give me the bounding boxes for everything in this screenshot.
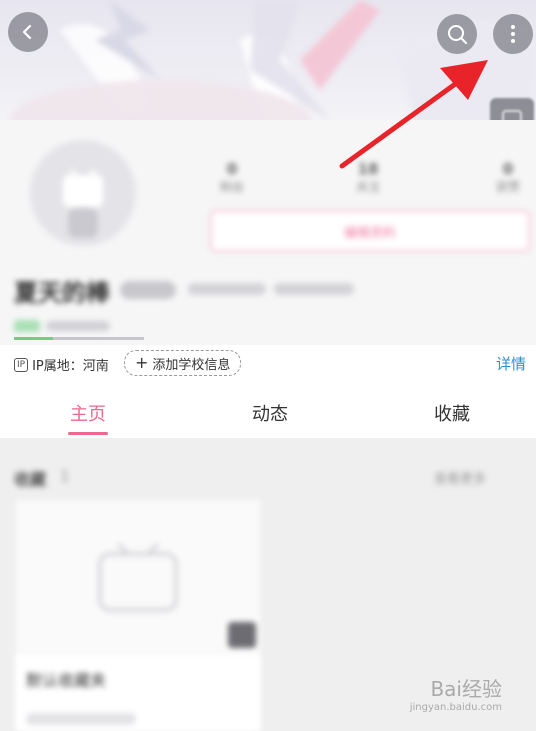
- annotation-arrow: [339, 60, 488, 169]
- watermark: Bai经验 jingyan.baidu.com: [410, 673, 502, 713]
- watermark-url: jingyan.baidu.com: [409, 702, 502, 713]
- watermark-brand: Bai经验: [430, 677, 502, 701]
